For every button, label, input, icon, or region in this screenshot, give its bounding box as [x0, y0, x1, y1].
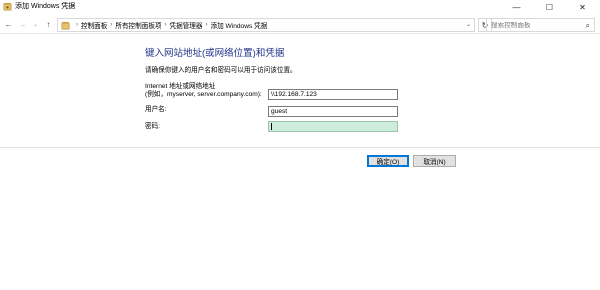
breadcrumb-add-credential[interactable]: 添加 Windows 凭据 — [211, 20, 268, 30]
username-field[interactable] — [268, 106, 398, 117]
username-label: 用户名: — [145, 106, 167, 113]
address-label-line2: (例如，myserver, server.company.com): — [145, 91, 262, 98]
forward-arrow-icon: → — [18, 20, 27, 29]
forward-button[interactable]: → — [17, 19, 28, 30]
breadcrumb-separator-icon: › — [76, 22, 78, 28]
minimize-icon: — — [512, 2, 521, 12]
address-label-line1: Internet 地址或网络地址 — [145, 83, 216, 90]
breadcrumb-separator-icon: › — [164, 22, 167, 28]
search-box[interactable]: ⌕ — [486, 18, 595, 32]
address-field[interactable] — [268, 89, 398, 100]
ok-button[interactable]: 确定(O) — [367, 155, 409, 167]
breadcrumb-control-panel[interactable]: 控制面板 — [81, 20, 107, 30]
divider — [0, 147, 600, 148]
text-cursor — [271, 123, 272, 130]
back-button[interactable]: ← — [3, 19, 14, 30]
address-dropdown-icon[interactable]: ⌄ — [466, 21, 471, 28]
page-heading: 键入网站地址(或网络位置)和凭据 — [145, 48, 285, 59]
maximize-icon: ☐ — [545, 2, 554, 12]
up-button[interactable]: ↑ — [43, 19, 54, 30]
back-arrow-icon: ← — [4, 20, 13, 29]
instruction-text: 请确保你键入的用户名和密码可以用于访问该位置。 — [145, 67, 297, 74]
search-icon[interactable]: ⌕ — [586, 21, 590, 31]
password-field[interactable] — [268, 121, 398, 132]
search-input[interactable] — [491, 21, 581, 29]
breadcrumb-separator-icon: › — [110, 22, 113, 28]
control-panel-icon — [61, 21, 70, 29]
breadcrumb-all-items[interactable]: 所有控制面板项 — [115, 20, 161, 30]
close-button[interactable]: ✕ — [566, 0, 599, 14]
up-arrow-icon: ↑ — [46, 20, 51, 29]
breadcrumb-credential-manager[interactable]: 凭据管理器 — [170, 20, 203, 30]
credential-manager-icon — [3, 2, 12, 11]
recent-locations-button[interactable]: ⌄ — [30, 19, 41, 30]
breadcrumb-separator-icon: › — [205, 22, 208, 28]
navigation-bar: ← → ⌄ ↑ › 控制面板 › 所有控制面板项 › 凭据管理器 › 添加 Wi… — [0, 16, 600, 34]
address-bar[interactable]: › 控制面板 › 所有控制面板项 › 凭据管理器 › 添加 Windows 凭据… — [57, 18, 475, 32]
maximize-button[interactable]: ☐ — [533, 0, 566, 14]
window-title: 添加 Windows 凭据 — [15, 3, 76, 10]
password-label: 密码: — [145, 123, 161, 130]
address-label: Internet 地址或网络地址 (例如，myserver, server.co… — [145, 83, 262, 99]
close-icon: ✕ — [579, 2, 586, 12]
cancel-button[interactable]: 取消(N) — [413, 155, 456, 167]
title-bar: 添加 Windows 凭据 — ☐ ✕ — [0, 0, 600, 14]
chevron-down-icon: ⌄ — [32, 22, 39, 28]
minimize-button[interactable]: — — [500, 0, 533, 14]
